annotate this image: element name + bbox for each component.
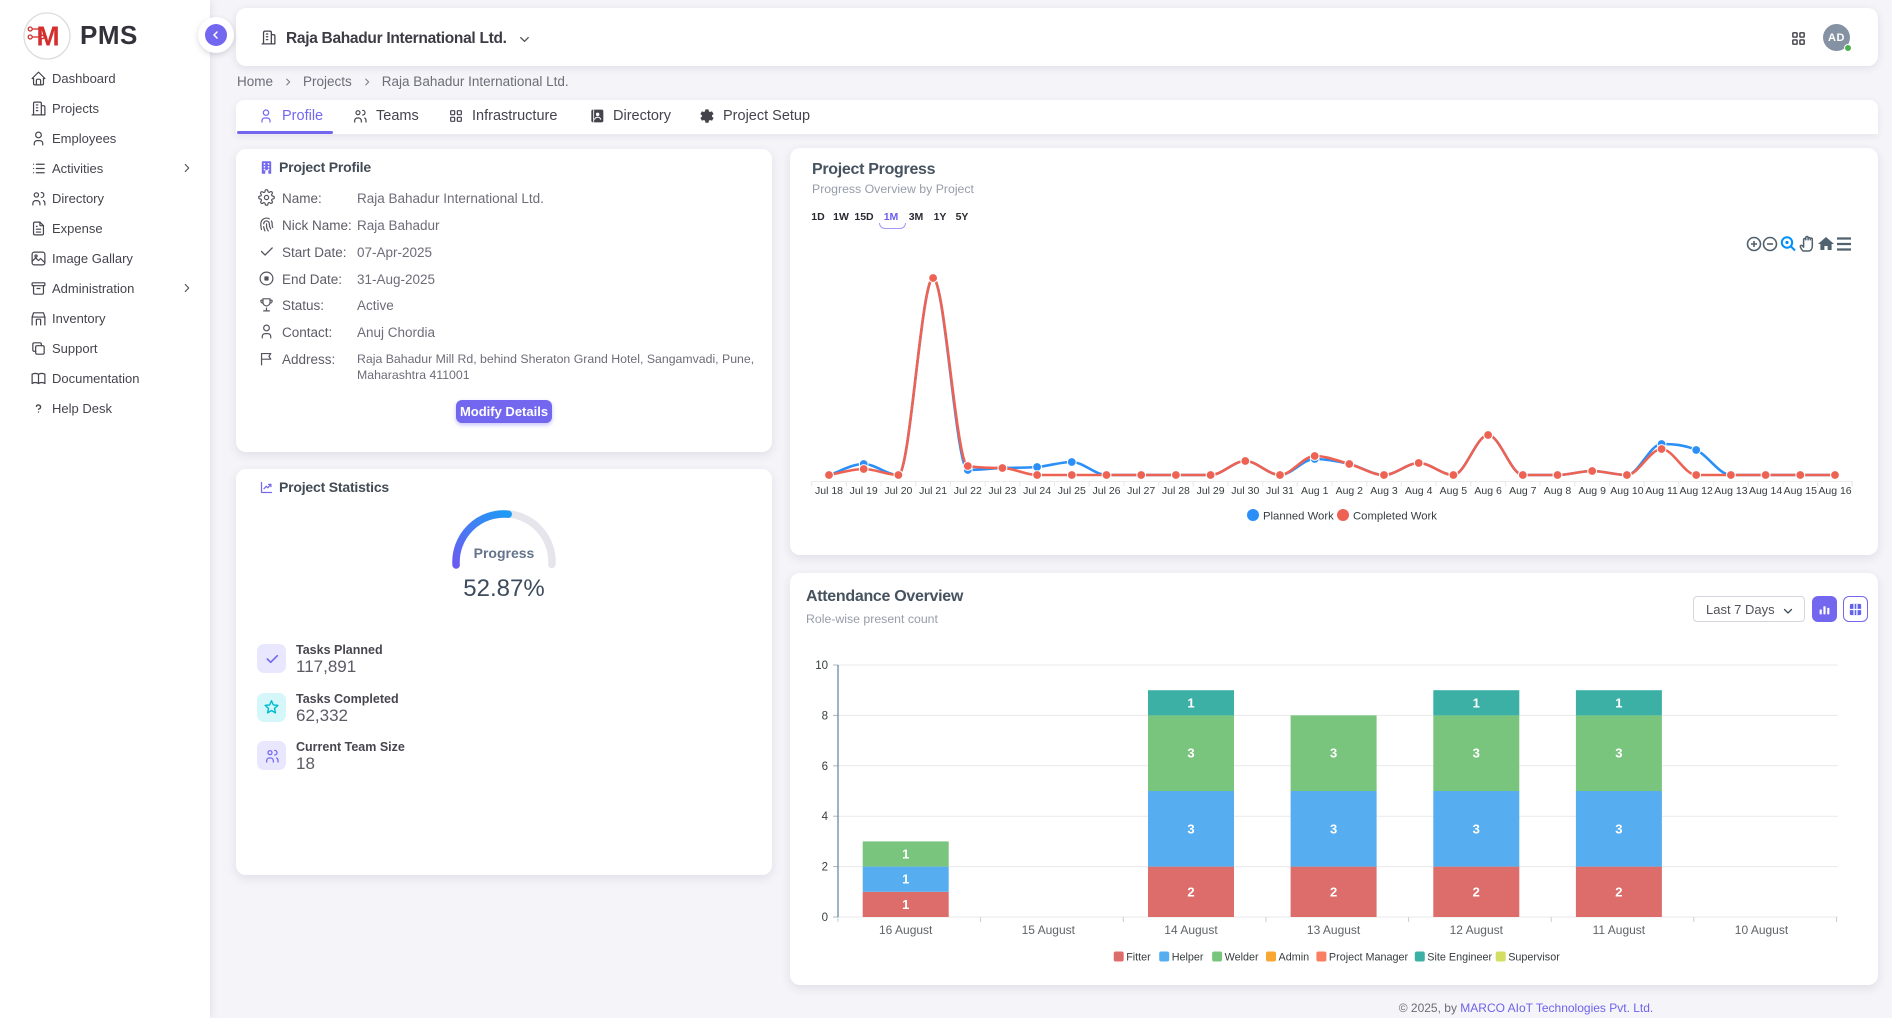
svg-text:Aug 1: Aug 1 <box>1301 485 1329 497</box>
svg-text:Completed Work: Completed Work <box>1353 511 1437 523</box>
svg-text:3: 3 <box>1187 821 1194 836</box>
svg-text:Jul 21: Jul 21 <box>919 485 947 497</box>
svg-text:Jul 28: Jul 28 <box>1162 485 1190 497</box>
svg-text:3: 3 <box>1473 821 1480 836</box>
svg-text:10 August: 10 August <box>1735 923 1789 937</box>
svg-text:Aug 4: Aug 4 <box>1405 485 1433 497</box>
svg-text:Aug 14: Aug 14 <box>1749 485 1782 497</box>
svg-text:1: 1 <box>902 847 909 862</box>
svg-text:Aug 10: Aug 10 <box>1610 485 1643 497</box>
svg-text:Helper: Helper <box>1172 952 1204 964</box>
svg-text:10: 10 <box>815 660 828 672</box>
svg-text:Aug 11: Aug 11 <box>1645 485 1678 497</box>
svg-text:3: 3 <box>1187 746 1194 761</box>
svg-text:Aug 12: Aug 12 <box>1680 485 1713 497</box>
svg-text:Jul 24: Jul 24 <box>1023 485 1051 497</box>
svg-text:16 August: 16 August <box>879 923 933 937</box>
svg-text:3: 3 <box>1615 821 1622 836</box>
svg-text:2: 2 <box>1615 884 1622 899</box>
svg-text:6: 6 <box>822 761 828 773</box>
svg-text:Jul 27: Jul 27 <box>1127 485 1155 497</box>
svg-text:8: 8 <box>822 710 828 722</box>
svg-text:Jul 25: Jul 25 <box>1058 485 1086 497</box>
svg-text:Jul 26: Jul 26 <box>1092 485 1120 497</box>
svg-text:1: 1 <box>902 872 909 887</box>
svg-text:1: 1 <box>1615 695 1622 710</box>
svg-text:15 August: 15 August <box>1022 923 1076 937</box>
svg-text:2: 2 <box>1330 884 1337 899</box>
svg-text:Planned Work: Planned Work <box>1263 511 1334 523</box>
svg-text:Aug 8: Aug 8 <box>1544 485 1572 497</box>
svg-text:Aug 2: Aug 2 <box>1336 485 1364 497</box>
svg-text:Supervisor: Supervisor <box>1508 952 1560 964</box>
svg-text:Aug 9: Aug 9 <box>1578 485 1606 497</box>
svg-text:Aug 15: Aug 15 <box>1784 485 1817 497</box>
svg-text:1: 1 <box>902 897 909 912</box>
svg-text:Aug 13: Aug 13 <box>1714 485 1747 497</box>
svg-text:3: 3 <box>1473 746 1480 761</box>
svg-text:Jul 22: Jul 22 <box>954 485 982 497</box>
svg-text:Jul 30: Jul 30 <box>1231 485 1259 497</box>
svg-text:Jul 20: Jul 20 <box>884 485 912 497</box>
svg-text:2: 2 <box>1473 884 1480 899</box>
svg-text:2: 2 <box>822 862 828 874</box>
svg-text:11 August: 11 August <box>1593 923 1646 937</box>
svg-text:Jul 29: Jul 29 <box>1197 485 1225 497</box>
svg-text:Project Manager: Project Manager <box>1329 952 1409 964</box>
svg-text:Aug 7: Aug 7 <box>1509 485 1537 497</box>
svg-text:1: 1 <box>1187 695 1194 710</box>
svg-text:12 August: 12 August <box>1450 923 1504 937</box>
svg-text:Site Engineer: Site Engineer <box>1427 952 1492 964</box>
svg-text:Admin: Admin <box>1279 952 1310 964</box>
svg-text:Jul 23: Jul 23 <box>988 485 1016 497</box>
svg-text:2: 2 <box>1187 884 1194 899</box>
svg-text:M: M <box>36 21 59 52</box>
svg-text:Fitter: Fitter <box>1126 952 1151 964</box>
svg-text:Jul 18: Jul 18 <box>815 485 843 497</box>
svg-text:3: 3 <box>1330 821 1337 836</box>
svg-text:0: 0 <box>822 912 828 924</box>
svg-text:4: 4 <box>822 811 829 823</box>
svg-text:Jul 19: Jul 19 <box>850 485 878 497</box>
svg-text:Welder: Welder <box>1225 952 1259 964</box>
svg-text:1: 1 <box>1473 695 1480 710</box>
svg-text:3: 3 <box>1330 746 1337 761</box>
svg-text:Aug 5: Aug 5 <box>1440 485 1468 497</box>
svg-text:Aug 16: Aug 16 <box>1818 485 1851 497</box>
svg-text:14 August: 14 August <box>1164 923 1218 937</box>
svg-text:13 August: 13 August <box>1307 923 1361 937</box>
svg-text:Jul 31: Jul 31 <box>1266 485 1294 497</box>
svg-text:3: 3 <box>1615 746 1622 761</box>
svg-text:Aug 3: Aug 3 <box>1370 485 1398 497</box>
svg-text:Aug 6: Aug 6 <box>1474 485 1502 497</box>
